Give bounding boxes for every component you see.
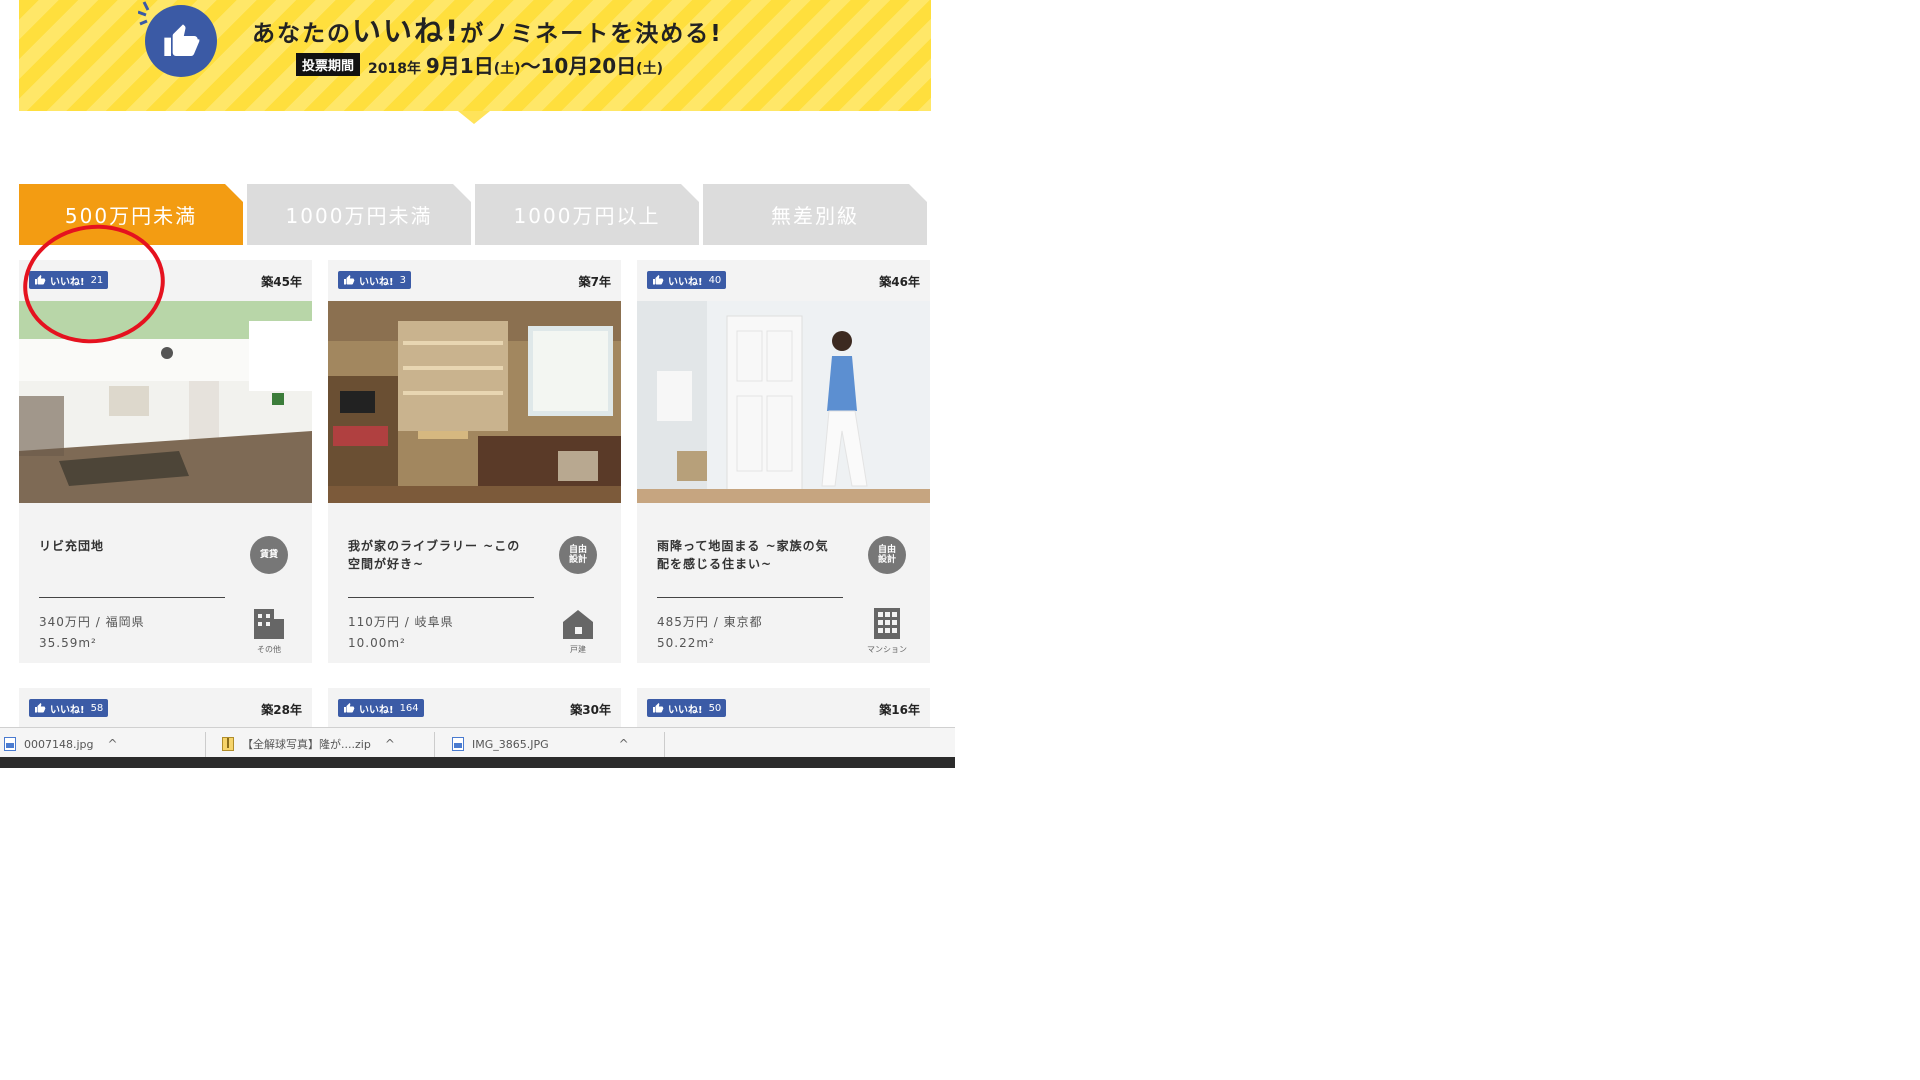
like-count: 50 bbox=[708, 702, 722, 714]
banner-title: あなたのいいね!がノミネートを決める! bbox=[252, 14, 723, 48]
card-header: いいね! 164 築30年 bbox=[328, 688, 621, 729]
chevron-up-icon[interactable]: ^ bbox=[385, 737, 395, 751]
download-bar: 0007148.jpg ^ 【全解球写真】隆が....zip ^ IMG_386… bbox=[0, 727, 955, 760]
thumbs-up-icon bbox=[653, 275, 664, 285]
thumbs-up-badge bbox=[145, 5, 217, 77]
banner-pointer bbox=[458, 111, 490, 124]
divider bbox=[205, 732, 206, 758]
building-icon bbox=[254, 609, 284, 639]
download-item[interactable]: 0007148.jpg ^ bbox=[4, 728, 118, 760]
listing-card[interactable]: いいね! 58 築28年 bbox=[19, 688, 312, 730]
divider bbox=[348, 597, 534, 598]
building-age: 築28年 bbox=[261, 703, 302, 717]
tab-over-10m[interactable]: 1000万円以上 bbox=[475, 184, 699, 245]
price-tabs: 500万円未満 1000万円未満 1000万円以上 無差別級 bbox=[19, 184, 931, 245]
property-type: その他 bbox=[257, 645, 281, 654]
image-file-icon bbox=[4, 737, 16, 751]
period-label: 投票期間 bbox=[296, 53, 361, 76]
like-count: 58 bbox=[90, 702, 104, 714]
download-filename: IMG_3865.JPG bbox=[472, 737, 549, 751]
tab-open-class[interactable]: 無差別級 bbox=[703, 184, 927, 245]
tab-under-10m[interactable]: 1000万円未満 bbox=[247, 184, 471, 245]
listing-card[interactable]: いいね! 40 築46年 雨降って地固まる ~家族の気配を感じる住まい~ 自由 設… bbox=[637, 260, 930, 663]
chevron-up-icon[interactable]: ^ bbox=[619, 737, 629, 751]
price-location: 485万円 / 東京都 bbox=[657, 615, 763, 629]
price-location: 340万円 / 福岡県 bbox=[39, 615, 145, 629]
category-badge: 自由 設計 bbox=[868, 536, 906, 574]
download-filename: 【全解球写真】隆が....zip bbox=[242, 738, 371, 751]
card-header: いいね! 3 築7年 bbox=[328, 260, 621, 301]
listing-photo[interactable] bbox=[637, 301, 930, 503]
property-type: 戸建 bbox=[570, 645, 586, 654]
listing-photo[interactable] bbox=[328, 301, 621, 503]
floor-area: 50.22m² bbox=[657, 636, 715, 650]
like-count: 3 bbox=[399, 274, 406, 286]
like-button[interactable]: いいね! 58 bbox=[29, 699, 109, 717]
thumbs-up-icon bbox=[344, 275, 355, 285]
category-badge: 賃貸 bbox=[250, 536, 288, 574]
taskbar bbox=[0, 757, 955, 768]
card-header: いいね! 50 築16年 bbox=[637, 688, 930, 729]
voting-period: 投票期間 2018年 9月1日(土)〜10月20日(土) bbox=[296, 50, 663, 79]
listing-title[interactable]: 我が家のライブラリー ~この空間が好き~ bbox=[348, 537, 528, 573]
building-age: 築45年 bbox=[261, 275, 302, 289]
divider bbox=[657, 597, 843, 598]
card-body: 雨降って地固まる ~家族の気配を感じる住まい~ 自由 設計 485万円 / 東京… bbox=[637, 503, 930, 663]
like-button[interactable]: いいね! 164 bbox=[338, 699, 424, 717]
thumbs-up-icon bbox=[344, 703, 355, 713]
card-header: いいね! 58 築28年 bbox=[19, 688, 312, 729]
divider bbox=[434, 732, 435, 758]
thumbs-up-icon bbox=[164, 24, 200, 56]
floor-area: 35.59m² bbox=[39, 636, 97, 650]
divider bbox=[39, 597, 225, 598]
house-icon bbox=[563, 610, 593, 639]
card-body: リビ充団地 賃貸 340万円 / 福岡県 35.59m² その他 bbox=[19, 503, 312, 663]
like-count: 40 bbox=[708, 274, 722, 286]
building-age: 築46年 bbox=[879, 275, 920, 289]
building-age: 築30年 bbox=[570, 703, 611, 717]
chevron-up-icon[interactable]: ^ bbox=[108, 737, 118, 751]
download-item[interactable]: IMG_3865.JPG ^ bbox=[452, 728, 629, 760]
listing-card[interactable]: いいね! 164 築30年 bbox=[328, 688, 621, 730]
thumbs-up-icon bbox=[653, 703, 664, 713]
price-location: 110万円 / 岐阜県 bbox=[348, 615, 454, 629]
like-button[interactable]: いいね! 50 bbox=[647, 699, 727, 717]
category-badge: 自由 設計 bbox=[559, 536, 597, 574]
zip-file-icon bbox=[222, 737, 234, 751]
listing-title[interactable]: 雨降って地固まる ~家族の気配を感じる住まい~ bbox=[657, 537, 837, 573]
building-age: 築16年 bbox=[879, 703, 920, 717]
card-header: いいね! 40 築46年 bbox=[637, 260, 930, 301]
thumbs-up-icon bbox=[35, 703, 46, 713]
like-button[interactable]: いいね! 40 bbox=[647, 271, 727, 289]
like-button[interactable]: いいね! 3 bbox=[338, 271, 411, 289]
period-dates: 2018年 9月1日(土)〜10月20日(土) bbox=[368, 54, 663, 78]
apartment-icon bbox=[874, 608, 900, 639]
floor-area: 10.00m² bbox=[348, 636, 406, 650]
listing-card[interactable]: いいね! 50 築16年 bbox=[637, 688, 930, 730]
property-type: マンション bbox=[867, 645, 907, 654]
listing-card[interactable]: いいね! 3 築7年 我が家のライブラリー ~この空間が好き~ 自由 設計 110… bbox=[328, 260, 621, 663]
image-file-icon bbox=[452, 737, 464, 751]
divider bbox=[664, 732, 665, 758]
download-item[interactable]: 【全解球写真】隆が....zip ^ bbox=[222, 728, 395, 760]
like-count: 164 bbox=[399, 702, 419, 714]
building-age: 築7年 bbox=[578, 275, 611, 289]
download-filename: 0007148.jpg bbox=[24, 737, 94, 751]
listing-title[interactable]: リビ充団地 bbox=[39, 537, 219, 555]
card-body: 我が家のライブラリー ~この空間が好き~ 自由 設計 110万円 / 岐阜県 1… bbox=[328, 503, 621, 663]
campaign-banner: あなたのいいね!がノミネートを決める! 投票期間 2018年 9月1日(土)〜1… bbox=[19, 0, 931, 111]
